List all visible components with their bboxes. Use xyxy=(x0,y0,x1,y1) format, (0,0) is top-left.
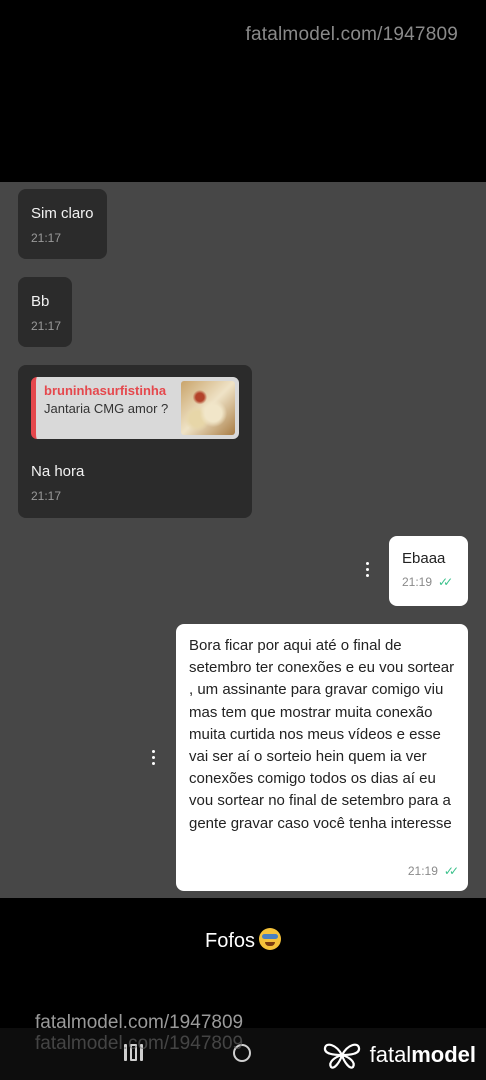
read-receipt-icon: ✓✓ xyxy=(443,864,459,878)
star-struck-emoji-icon xyxy=(259,928,282,950)
butterfly-logo-icon xyxy=(323,1043,360,1069)
message-time: 21:17 xyxy=(31,319,62,333)
watermark-bottom-ghost: fatalmodel.com/1947809 xyxy=(35,1033,244,1054)
message-bubble-incoming[interactable]: Sim claro 21:17 xyxy=(18,189,107,259)
message-text: Na hora xyxy=(31,463,85,480)
brand-logo: fatalmodel xyxy=(322,1040,476,1070)
message-text: Ebaaa xyxy=(402,550,446,567)
caption: Fofos xyxy=(0,928,486,953)
watermark-top: fatalmodel.com/1947809 xyxy=(245,24,458,45)
message-text: Bora ficar por aqui até o final de setem… xyxy=(189,637,455,832)
more-options-icon[interactable] xyxy=(361,562,373,577)
read-receipt-icon: ✓✓ xyxy=(438,575,453,589)
message-time: 21:17 xyxy=(31,489,62,503)
message-bubble-incoming-reply[interactable]: bruninhasurfistinha Jantaria CMG amor ? … xyxy=(18,365,252,518)
message-time: 21:17 xyxy=(31,231,62,245)
message-bubble-outgoing[interactable]: Ebaaa 21:19 ✓✓ xyxy=(389,536,468,606)
message-text: Sim claro xyxy=(31,205,94,222)
message-time: 21:19 xyxy=(407,864,438,878)
quoted-thumbnail xyxy=(181,381,235,435)
quoted-message[interactable]: bruninhasurfistinha Jantaria CMG amor ? xyxy=(31,377,239,439)
caption-text: Fofos xyxy=(204,930,256,952)
watermark-bottom: fatalmodel.com/1947809 xyxy=(35,1012,244,1033)
chat-screen[interactable]: Sim claro 21:17 Bb 21:17 bruninhasurfist… xyxy=(0,182,486,898)
message-bubble-incoming[interactable]: Bb 21:17 xyxy=(18,277,72,347)
brand-name: fatalmodel xyxy=(369,1042,476,1067)
caption-area: Fofos xyxy=(0,898,486,1028)
more-options-icon[interactable] xyxy=(147,750,159,765)
message-bubble-outgoing[interactable]: Bora ficar por aqui até o final de setem… xyxy=(176,624,468,891)
message-time: 21:19 xyxy=(402,575,433,589)
message-text: Bb xyxy=(31,293,50,310)
